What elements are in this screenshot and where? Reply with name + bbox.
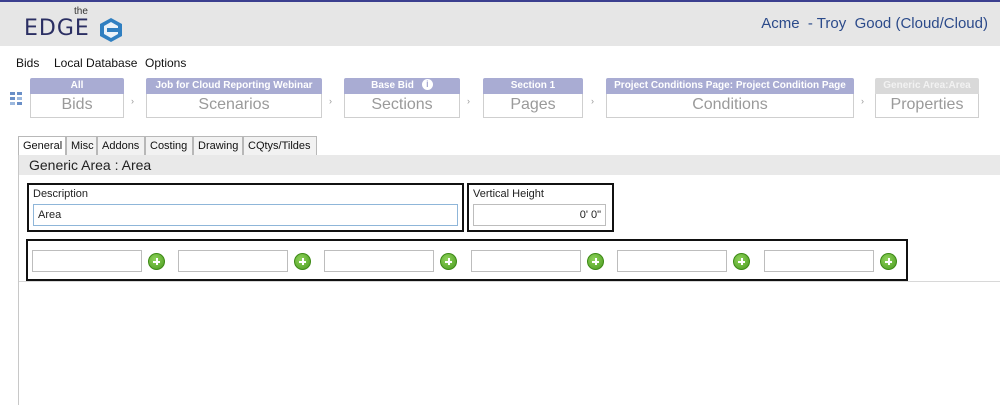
menu-local-database[interactable]: Local Database (54, 56, 137, 70)
menu-bids[interactable]: Bids (16, 56, 39, 70)
edge-logo-icon (100, 18, 122, 42)
tab-misc[interactable]: Misc (66, 136, 97, 155)
addon-field-3[interactable] (324, 250, 434, 272)
tab-costing[interactable]: Costing (145, 136, 193, 155)
chevron-right-icon: › (131, 96, 134, 106)
addon-field-1[interactable] (32, 250, 142, 272)
app-header: the EDGE Acme - Troy Good (Cloud/Cloud) (0, 0, 1000, 46)
crumb-bids[interactable]: All Bids (30, 78, 124, 120)
edge-logo: the EDGE (24, 4, 134, 46)
tab-drawing[interactable]: Drawing (193, 136, 243, 155)
breadcrumb: All Bids › Job for Cloud Reporting Webin… (0, 78, 1000, 122)
addon-field-4[interactable] (471, 250, 581, 272)
general-panel: Generic Area : Area Description Vertical… (18, 155, 1000, 405)
description-group: Description (27, 183, 464, 232)
divider (19, 281, 1000, 282)
logo-text: EDGE (24, 16, 90, 41)
chevron-right-icon: › (861, 96, 864, 106)
tab-addons[interactable]: Addons (97, 136, 145, 155)
addon-fields-group (26, 239, 908, 281)
vertical-height-input[interactable] (473, 204, 606, 226)
add-icon[interactable] (587, 253, 604, 270)
crumb-sections-context-text: Base Bid (371, 80, 414, 91)
add-icon[interactable] (733, 253, 750, 270)
crumb-sections[interactable]: Base Bid i Sections (344, 78, 460, 120)
menu-options[interactable]: Options (145, 56, 186, 70)
crumb-conditions-label: Conditions (606, 94, 854, 118)
tab-cqtys-tildes[interactable]: CQtys/Tildes (243, 136, 317, 155)
crumb-sections-context: Base Bid i (344, 78, 460, 94)
crumb-bids-label: Bids (30, 94, 124, 118)
vertical-height-label: Vertical Height (473, 188, 544, 200)
crumb-sections-label: Sections (344, 94, 460, 118)
crumb-scenarios-label: Scenarios (146, 94, 322, 118)
crumb-pages[interactable]: Section 1 Pages (483, 78, 583, 120)
user-info[interactable]: Acme - Troy Good (Cloud/Cloud) (761, 15, 988, 32)
panel-title: Generic Area : Area (19, 155, 1000, 175)
description-input[interactable] (33, 204, 458, 226)
tab-general[interactable]: General (18, 136, 66, 156)
crumb-pages-context: Section 1 (483, 78, 583, 94)
crumb-pages-label: Pages (483, 94, 583, 118)
add-icon[interactable] (880, 253, 897, 270)
addon-field-2[interactable] (178, 250, 288, 272)
add-icon[interactable] (440, 253, 457, 270)
crumb-conditions[interactable]: Project Conditions Page: Project Conditi… (606, 78, 854, 120)
info-icon[interactable]: i (421, 79, 433, 90)
vertical-height-group: Vertical Height (467, 183, 614, 232)
menu-bar: Bids Local Database Options (0, 56, 1000, 74)
crumb-properties-context: Generic Area:Area (875, 78, 979, 94)
crumb-properties: Generic Area:Area Properties (875, 78, 979, 120)
crumb-scenarios-context: Job for Cloud Reporting Webinar (146, 78, 322, 94)
add-icon[interactable] (148, 253, 165, 270)
chevron-right-icon: › (467, 96, 470, 106)
chevron-right-icon: › (591, 96, 594, 106)
crumb-properties-label: Properties (875, 94, 979, 118)
crumb-bids-context: All (30, 78, 124, 94)
addon-field-5[interactable] (617, 250, 727, 272)
crumb-scenarios[interactable]: Job for Cloud Reporting Webinar Scenario… (146, 78, 322, 120)
chevron-right-icon: › (329, 96, 332, 106)
add-icon[interactable] (294, 253, 311, 270)
crumb-conditions-context: Project Conditions Page: Project Conditi… (606, 78, 854, 94)
addon-field-6[interactable] (764, 250, 874, 272)
description-label: Description (33, 188, 89, 200)
